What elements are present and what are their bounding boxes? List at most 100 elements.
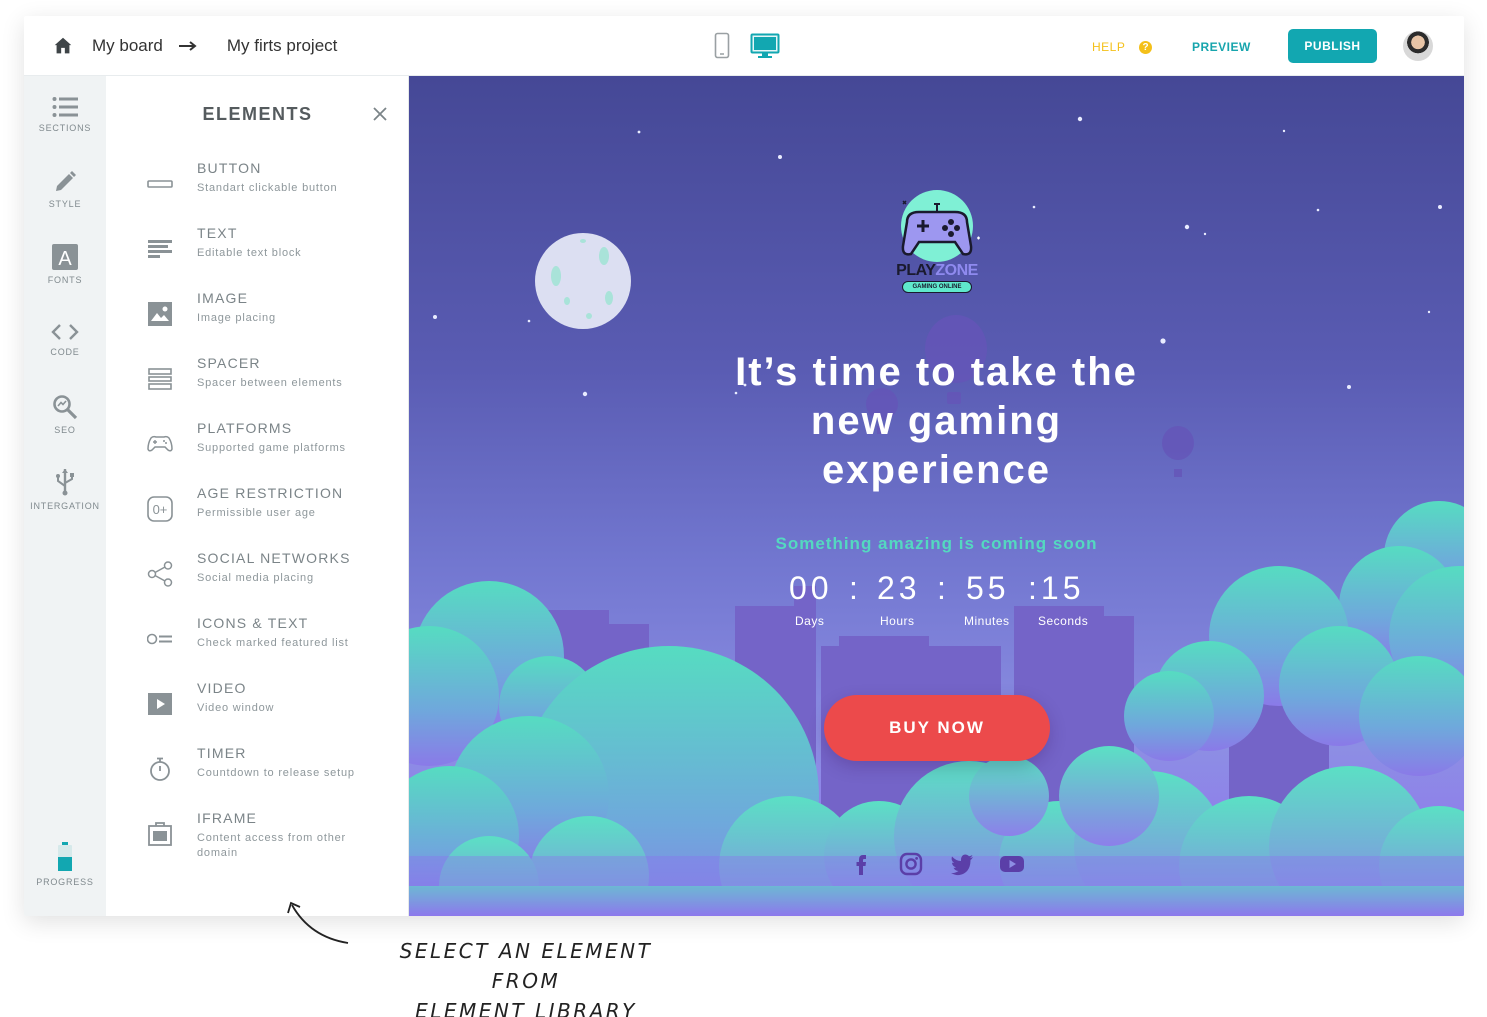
image-icon — [146, 300, 174, 328]
element-item-social-networks[interactable]: SOCIAL NETWORKS Social media placing — [146, 550, 396, 600]
timer-days-label: Days — [795, 614, 825, 628]
timer-seconds: :15 — [1028, 570, 1085, 606]
element-item-image[interactable]: IMAGE Image placing — [146, 290, 396, 340]
rail-label: FONTS — [47, 275, 83, 285]
button-icon — [146, 170, 174, 198]
element-item-desc: Supported game platforms — [197, 442, 346, 454]
element-item-text[interactable]: TEXT Editable text block — [146, 225, 396, 275]
rail-item-fonts[interactable]: A FONTS — [24, 244, 106, 285]
countdown-timer[interactable]: 00 : 23 : 55 :15 Days Hours Minutes Seco… — [769, 570, 1109, 630]
rail-label: SEO — [54, 425, 76, 435]
hero-subline[interactable]: Something amazing is coming soon — [699, 534, 1174, 554]
battery-icon — [58, 842, 72, 871]
usb-icon — [56, 469, 74, 496]
rail-item-code[interactable]: CODE — [24, 322, 106, 357]
panel-title: ELEMENTS — [202, 104, 313, 124]
rail-item-integration[interactable]: INTERGATION — [24, 468, 106, 511]
rail-label: CODE — [50, 347, 80, 357]
rail-item-seo[interactable]: SEO — [24, 394, 106, 435]
device-switcher — [714, 32, 780, 59]
page-canvas[interactable]: PLAYZONE GAMING ONLINE It’s time to take… — [409, 76, 1464, 916]
publish-button[interactable]: PUBLISH — [1288, 29, 1377, 63]
iframe-icon — [146, 820, 174, 848]
element-item-name: TEXT — [197, 225, 238, 241]
hero-headline[interactable]: It’s time to take the new gaming experie… — [699, 348, 1174, 495]
rail-item-style[interactable]: STYLE — [24, 170, 106, 209]
element-item-platforms[interactable]: PLATFORMS Supported game platforms — [146, 420, 396, 470]
breadcrumb: My board My firts project — [52, 16, 337, 76]
timer-hours-label: Hours — [880, 614, 915, 628]
element-item-desc: Spacer between elements — [197, 377, 343, 389]
avatar[interactable] — [1403, 31, 1433, 61]
moon — [535, 233, 631, 329]
logo-tagline: GAMING ONLINE — [902, 281, 972, 293]
gamepad-logo-icon — [901, 190, 980, 262]
font-glyph: A — [58, 248, 72, 270]
timer-separator: : — [849, 570, 862, 606]
timer-minutes: 55 — [966, 570, 1010, 606]
desktop-icon[interactable] — [750, 33, 780, 59]
breadcrumb-project[interactable]: My firts project — [227, 36, 338, 56]
spacer-icon — [146, 365, 174, 393]
rail-label: INTERGATION — [30, 501, 100, 511]
rail-label: STYLE — [48, 199, 82, 209]
element-item-iframe[interactable]: IFRAME Content access from other domain — [146, 810, 396, 860]
logo-play: PLAY — [896, 262, 936, 279]
youtube-icon[interactable] — [999, 852, 1024, 876]
element-item-desc: Standart clickable button — [197, 182, 338, 194]
rail-label: PROGRESS — [36, 877, 94, 887]
timer-minutes-label: Minutes — [964, 614, 1010, 628]
svg-text:0+: 0+ — [153, 502, 168, 517]
elements-panel: ELEMENTS BUTTON Standart clickable button… — [106, 76, 409, 916]
social-links — [849, 852, 1024, 876]
rail-item-progress[interactable]: PROGRESS — [24, 842, 106, 887]
element-item-icons-text[interactable]: ICONS & TEXT Check marked featured list — [146, 615, 396, 665]
timer-icon — [146, 755, 174, 783]
arrow-right-icon — [178, 41, 197, 51]
left-rail: SECTIONS STYLE A FONTS CODE SEO INTERGAT… — [24, 76, 106, 916]
element-item-desc: Video window — [197, 702, 275, 714]
preview-button[interactable]: PREVIEW — [1192, 40, 1251, 54]
help-link[interactable]: HELP ? — [1092, 40, 1153, 54]
element-item-age-restriction[interactable]: 0+ AGE RESTRICTION Permissible user age — [146, 485, 396, 535]
element-item-video[interactable]: VIDEO Video window — [146, 680, 396, 730]
top-bar: My board My firts project HELP ? PREVIEW… — [24, 16, 1464, 76]
annotation-arrow-icon — [287, 901, 349, 944]
age-icon: 0+ — [146, 495, 174, 523]
code-icon — [51, 324, 79, 340]
element-item-name: BUTTON — [197, 160, 262, 176]
app-window: My board My firts project HELP ? PREVIEW… — [24, 16, 1464, 916]
timer-seconds-label: Seconds — [1038, 614, 1089, 628]
element-item-desc: Content access from other domain — [197, 832, 347, 859]
close-icon[interactable] — [372, 106, 388, 122]
buy-now-button[interactable]: BUY NOW — [824, 695, 1050, 761]
element-item-name: AGE RESTRICTION — [197, 485, 344, 501]
element-item-spacer[interactable]: SPACER Spacer between elements — [146, 355, 396, 405]
element-item-name: SPACER — [197, 355, 261, 371]
rail-item-sections[interactable]: SECTIONS — [24, 96, 106, 133]
element-item-name: PLATFORMS — [197, 420, 293, 436]
rail-label: SECTIONS — [38, 123, 92, 133]
logo-zone: ZONE — [935, 262, 978, 279]
icons-text-icon — [146, 625, 174, 653]
home-icon[interactable] — [52, 35, 74, 57]
element-item-timer[interactable]: TIMER Countdown to release setup — [146, 745, 396, 795]
mobile-icon[interactable] — [714, 32, 730, 59]
element-item-desc: Permissible user age — [197, 507, 316, 519]
element-item-name: IFRAME — [197, 810, 258, 826]
element-item-name: TIMER — [197, 745, 247, 761]
instagram-icon[interactable] — [899, 852, 923, 876]
logo-wordmark: PLAYZONE — [885, 262, 989, 280]
timer-hours: 23 — [877, 570, 921, 606]
font-icon: A — [52, 244, 78, 270]
element-item-desc: Check marked featured list — [197, 637, 349, 649]
element-item-name: IMAGE — [197, 290, 249, 306]
video-icon — [146, 690, 174, 718]
element-item-button[interactable]: BUTTON Standart clickable button — [146, 160, 396, 210]
playzone-logo: PLAYZONE GAMING ONLINE — [885, 182, 989, 297]
list-icon — [52, 97, 78, 117]
element-item-desc: Editable text block — [197, 247, 302, 259]
facebook-icon[interactable] — [849, 852, 873, 876]
breadcrumb-board[interactable]: My board — [92, 36, 163, 56]
twitter-icon[interactable] — [949, 852, 973, 876]
